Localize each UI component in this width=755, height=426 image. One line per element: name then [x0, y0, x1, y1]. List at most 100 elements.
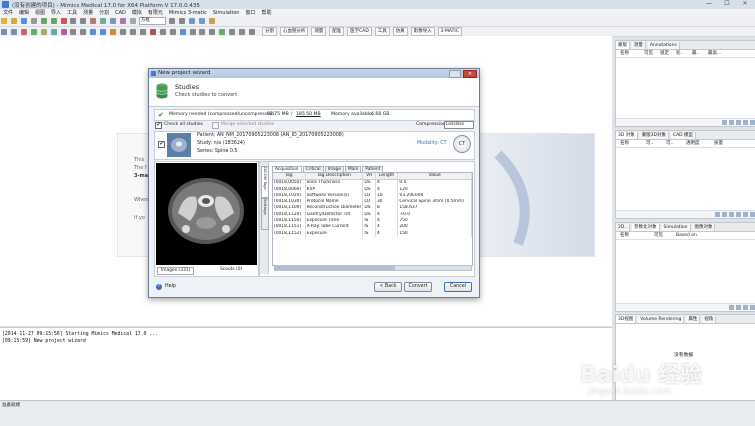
menu-cad[interactable]: CAD: [115, 9, 126, 17]
scrollbar-thumb[interactable]: [275, 266, 395, 270]
tab-scouts[interactable]: Scouts (0): [217, 267, 245, 273]
tab-2d[interactable]: 2D..: [616, 224, 631, 231]
open-project-icon[interactable]: [10, 18, 17, 24]
tool-icon-q[interactable]: [110, 28, 117, 35]
edit-icon[interactable]: [736, 120, 741, 125]
tool-icon-i[interactable]: [30, 28, 37, 35]
tab-cad-models[interactable]: CAD 模型: [670, 132, 697, 139]
tab-annotations[interactable]: Annotations: [647, 42, 680, 49]
tool-icon-l[interactable]: [60, 28, 67, 35]
tab-dicom-tags[interactable]: DICOM Tags: [261, 166, 269, 198]
duplicate-icon[interactable]: [722, 212, 727, 217]
menu-window[interactable]: 窗口: [245, 9, 255, 17]
menu-3matic[interactable]: Mimics 3-matic: [169, 9, 207, 17]
tab-3d-view[interactable]: 3D视图: [616, 316, 637, 323]
convert-button[interactable]: Convert: [404, 282, 432, 292]
duplicate-icon[interactable]: [729, 120, 734, 125]
tool-icon-ac[interactable]: [229, 28, 236, 35]
tool-icon-aa[interactable]: [209, 28, 216, 35]
tool-icon-b[interactable]: [178, 18, 185, 24]
tab-tools[interactable]: 工具: [374, 27, 390, 36]
contrast-icon[interactable]: [90, 18, 97, 24]
more-icon[interactable]: [743, 212, 748, 217]
study-item[interactable]: ✔ Patient: AN_NM_20170905223008 (AN_ID_2…: [154, 131, 475, 160]
cancel-button[interactable]: Cancel: [444, 282, 472, 292]
help-icon[interactable]: ?: [156, 284, 162, 290]
col-tag-description[interactable]: Tag Description: [305, 173, 364, 181]
compression-select[interactable]: Lossless: [444, 121, 474, 129]
menu-help[interactable]: 帮助: [262, 9, 272, 17]
tab-segment[interactable]: 分割: [261, 27, 277, 36]
tool-icon-ae[interactable]: [249, 28, 256, 35]
col-value[interactable]: Value: [397, 173, 472, 181]
tab-viewpoint[interactable]: 视角: [702, 316, 717, 323]
check-all-checkbox[interactable]: ✔: [155, 122, 162, 129]
tool-icon-p[interactable]: [100, 28, 107, 35]
minimize-button[interactable]: —: [700, 0, 718, 8]
tool-icon-c[interactable]: [188, 18, 195, 24]
tab-parametric[interactable]: 参数化对象: [632, 224, 660, 231]
menu-view[interactable]: 视图: [35, 9, 45, 17]
col-tag[interactable]: Tag: [273, 173, 306, 181]
tool-icon-g[interactable]: [10, 28, 17, 35]
layout-icon[interactable]: [110, 18, 117, 24]
export-icon[interactable]: [750, 212, 755, 217]
tab-medcad[interactable]: 医学CAD: [347, 27, 372, 36]
back-button[interactable]: < Back: [374, 282, 402, 292]
tool-icon-z[interactable]: [199, 28, 206, 35]
add-icon[interactable]: [722, 120, 727, 125]
undo-icon[interactable]: [40, 18, 47, 24]
menu-file[interactable]: 文件: [3, 9, 13, 17]
tab-volume-rendering[interactable]: Volume Rendering: [638, 316, 685, 323]
tool-icon-n[interactable]: [80, 28, 87, 35]
color-icon[interactable]: [120, 18, 127, 24]
tab-simulate[interactable]: 仿真: [392, 27, 408, 36]
add-icon[interactable]: [729, 305, 734, 310]
view-icon[interactable]: [129, 18, 136, 24]
tab-register[interactable]: 配准: [329, 27, 345, 36]
tool-icon-s[interactable]: [129, 28, 136, 35]
print-icon[interactable]: [30, 18, 37, 24]
tab-3d-objects[interactable]: 3D 对象: [616, 132, 638, 139]
delete-icon[interactable]: [743, 120, 748, 125]
menu-simulation[interactable]: Simulation: [213, 9, 240, 17]
tab-image-objects[interactable]: 图像对象: [692, 224, 716, 231]
tool-icon-k[interactable]: [50, 28, 57, 35]
tool-icon-o[interactable]: [90, 28, 97, 35]
menu-fea[interactable]: 有限元: [148, 9, 163, 17]
col-length[interactable]: Length: [375, 173, 399, 181]
tab-measure[interactable]: 测量: [311, 27, 327, 36]
more-icon[interactable]: [750, 305, 755, 310]
edit-icon[interactable]: [729, 212, 734, 217]
tool-icon-e[interactable]: [208, 18, 215, 24]
tool-icon-v[interactable]: [159, 28, 166, 35]
tool-icon-ab[interactable]: [219, 28, 226, 35]
tool-icon-m[interactable]: [70, 28, 77, 35]
tool-icon-f[interactable]: [1, 28, 7, 35]
horizontal-scrollbar[interactable]: [274, 265, 472, 271]
delete-icon[interactable]: [743, 305, 748, 310]
save-icon[interactable]: [20, 18, 27, 24]
shape-combo[interactable]: 方框: [138, 17, 166, 25]
close-button[interactable]: ✕: [736, 0, 754, 8]
tool-icon-y[interactable]: [189, 28, 196, 35]
tab-settings[interactable]: Settings: [261, 198, 269, 230]
tool-icon-h[interactable]: [20, 28, 27, 35]
measure-icon[interactable]: [100, 18, 107, 24]
merge-checkbox[interactable]: [212, 122, 219, 129]
delete-icon[interactable]: [736, 212, 741, 217]
menu-segment[interactable]: 分割: [99, 9, 109, 17]
redo-icon[interactable]: [50, 18, 57, 24]
tab-images[interactable]: Images (331): [157, 267, 195, 275]
study-checkbox[interactable]: ✔: [158, 141, 165, 148]
tool-icon-ad[interactable]: [239, 28, 246, 35]
pan-icon[interactable]: [70, 18, 77, 24]
tab-mask-3d[interactable]: 蒙版3D对象: [639, 132, 670, 139]
tab-image-import[interactable]: 影像导入: [410, 27, 435, 36]
tool-icon-d[interactable]: [198, 18, 205, 24]
tool-icon-w[interactable]: [169, 28, 176, 35]
edit-icon[interactable]: [736, 305, 741, 310]
dialog-maximize-button[interactable]: [449, 70, 461, 78]
menu-tools[interactable]: 工具: [67, 9, 77, 17]
crosshair-icon[interactable]: [60, 18, 67, 24]
